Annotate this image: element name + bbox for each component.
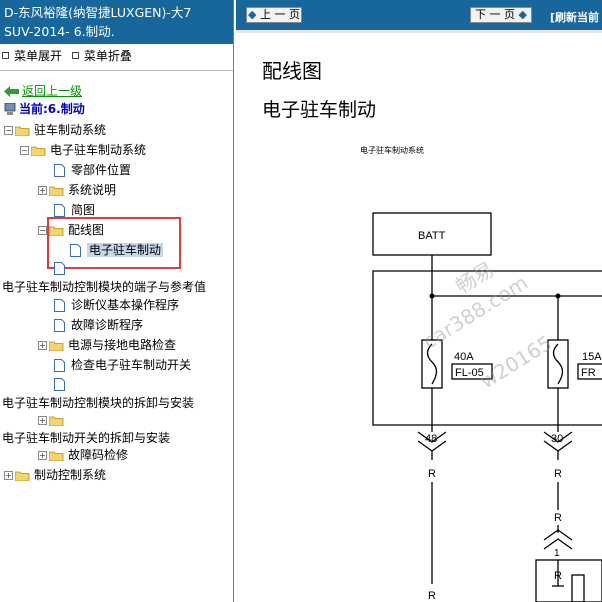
tree-item-label: 制动控制系统 — [34, 468, 107, 482]
manual-title-line1: D-东风裕隆(纳智捷LUXGEN)-大7 — [4, 5, 192, 20]
expand-toggle-icon[interactable]: + — [4, 471, 13, 480]
switch-body — [571, 574, 585, 602]
square-icon — [2, 52, 9, 59]
menu-bar: 菜单展开 菜单折叠 — [2, 47, 138, 63]
tree-item-power-ground-check[interactable]: + 电源与接地电路检查 — [38, 336, 176, 354]
tree-item-parts-location[interactable]: 零部件位置 — [54, 161, 131, 179]
document-icon — [54, 359, 65, 372]
wire-color-label: R — [428, 468, 436, 480]
document-icon — [54, 319, 65, 332]
back-link[interactable]: 返回上一级 — [4, 82, 82, 100]
tree-item-label: 故障码检修 — [68, 448, 129, 462]
junction-dot — [429, 293, 435, 299]
fuse2-rating: 15A — [582, 351, 602, 363]
term1-label: 48 — [425, 433, 437, 445]
left-pane: D-东风裕隆(纳智捷LUXGEN)-大7 SUV-2014- 6.制动. 菜单展… — [0, 0, 234, 602]
folder-icon — [15, 471, 30, 481]
connector-pin-label: 1 — [554, 548, 560, 559]
connector-box — [535, 559, 602, 602]
tree-item-system-description[interactable]: + 系统说明 — [38, 181, 116, 199]
tree-item-diag-tool-basic[interactable]: 诊断仪基本操作程序 — [54, 296, 179, 314]
tree-item-label: 故障诊断程序 — [71, 318, 144, 332]
fuse1-rating: 40A — [454, 351, 474, 363]
tree-item-folder[interactable]: + — [38, 411, 68, 429]
tree-item-label: 系统说明 — [68, 183, 117, 197]
tree-item-label: 电子驻车制动控制模块的拆卸与安装 — [2, 396, 195, 410]
square-icon — [71, 52, 79, 59]
collapse-toggle-icon[interactable]: − — [38, 226, 47, 235]
folder-icon — [49, 451, 64, 461]
document-icon — [54, 204, 65, 217]
current-location-label: 当前:6.制动 — [19, 102, 85, 116]
tree-item-label: 电子驻车制动控制模块的端子与参考值 — [2, 280, 207, 294]
expand-toggle-icon[interactable]: + — [38, 451, 47, 460]
manual-title-line2: SUV-2014- 6.制动. — [4, 24, 115, 39]
wiring-diagram: BATT 40A FL-05 15A FR 48 30 R R R R R 1 — [372, 212, 602, 602]
expand-toggle-icon[interactable]: + — [38, 186, 47, 195]
tree-item-blank[interactable] — [54, 259, 71, 277]
current-location: 当前:6.制动 — [4, 100, 85, 118]
tree-item-dtc-check[interactable]: + 故障码检修 — [38, 446, 128, 464]
tree-item-label: 电子驻车制动系统 — [50, 143, 147, 157]
wire-color-label: R — [554, 512, 562, 524]
folder-icon — [49, 416, 64, 426]
tree-item-brake-control-system[interactable]: + 制动控制系统 — [4, 466, 106, 484]
wire-color-label: R — [554, 468, 562, 480]
arrow-left-icon — [4, 86, 19, 97]
folder-open-icon — [15, 126, 30, 136]
tree-item-label: 电源与接地电路检查 — [68, 338, 177, 352]
menu-expand-button[interactable]: 菜单展开 — [2, 48, 62, 64]
back-link-label: 返回上一级 — [22, 84, 83, 98]
tree-item-label: 零部件位置 — [71, 163, 132, 177]
folder-icon — [49, 341, 64, 351]
document-icon — [54, 299, 65, 312]
document-icon — [54, 378, 65, 391]
tree-item-parking-brake-system[interactable]: − 驻车制动系统 — [4, 121, 106, 139]
document-icon — [54, 262, 65, 275]
tree-item-check-switch[interactable]: 检查电子驻车制动开关 — [54, 356, 191, 374]
tree-item-label: 电子驻车制动开关的拆卸与安装 — [2, 431, 171, 445]
collapse-toggle-icon[interactable]: − — [20, 146, 29, 155]
wire-color-label: R — [554, 570, 562, 582]
manual-title: D-东风裕隆(纳智捷LUXGEN)-大7 SUV-2014- 6.制动. — [0, 0, 233, 44]
fuse2-code: FR — [581, 367, 596, 379]
computer-icon — [4, 102, 16, 115]
tree-item-label: 驻车制动系统 — [34, 123, 107, 137]
collapse-toggle-icon[interactable]: − — [4, 126, 13, 135]
term2-label: 30 — [551, 433, 563, 445]
tree-item-electronic-parking-brake-system[interactable]: − 电子驻车制动系统 — [20, 141, 146, 159]
tree-item-label: 检查电子驻车制动开关 — [71, 358, 192, 372]
tree-item-label: 简图 — [71, 203, 96, 217]
junction-dot — [555, 293, 561, 299]
tree-item-switch-removal[interactable]: 电子驻车制动开关的拆卸与安装 — [2, 429, 170, 447]
expand-toggle-icon[interactable]: + — [38, 341, 47, 350]
content-pane: ◆ 上 一 页 下 一 页 ◆ [刷新当前 配线图 电子驻车制动 电子驻车制动系… — [236, 0, 602, 602]
document-icon — [54, 164, 65, 177]
tree-item-label: 诊断仪基本操作程序 — [71, 298, 180, 312]
menu-collapse-label: 菜单折叠 — [83, 48, 132, 63]
tree-item-fault-diag[interactable]: 故障诊断程序 — [54, 316, 143, 334]
divider — [0, 70, 233, 71]
folder-icon — [49, 186, 64, 196]
batt-label: BATT — [418, 230, 446, 242]
menu-collapse-button[interactable]: 菜单折叠 — [71, 48, 132, 64]
expand-toggle-icon[interactable]: + — [38, 416, 47, 425]
wire-color-label: R — [428, 590, 436, 602]
tree-item-blank[interactable] — [54, 375, 71, 393]
tree-item-module-removal[interactable]: 电子驻车制动控制模块的拆卸与安装 — [2, 394, 194, 412]
folder-open-icon — [31, 146, 46, 156]
menu-expand-label: 菜单展开 — [14, 48, 63, 63]
tree-item-module-terminals[interactable]: 电子驻车制动控制模块的端子与参考值 — [2, 278, 206, 296]
